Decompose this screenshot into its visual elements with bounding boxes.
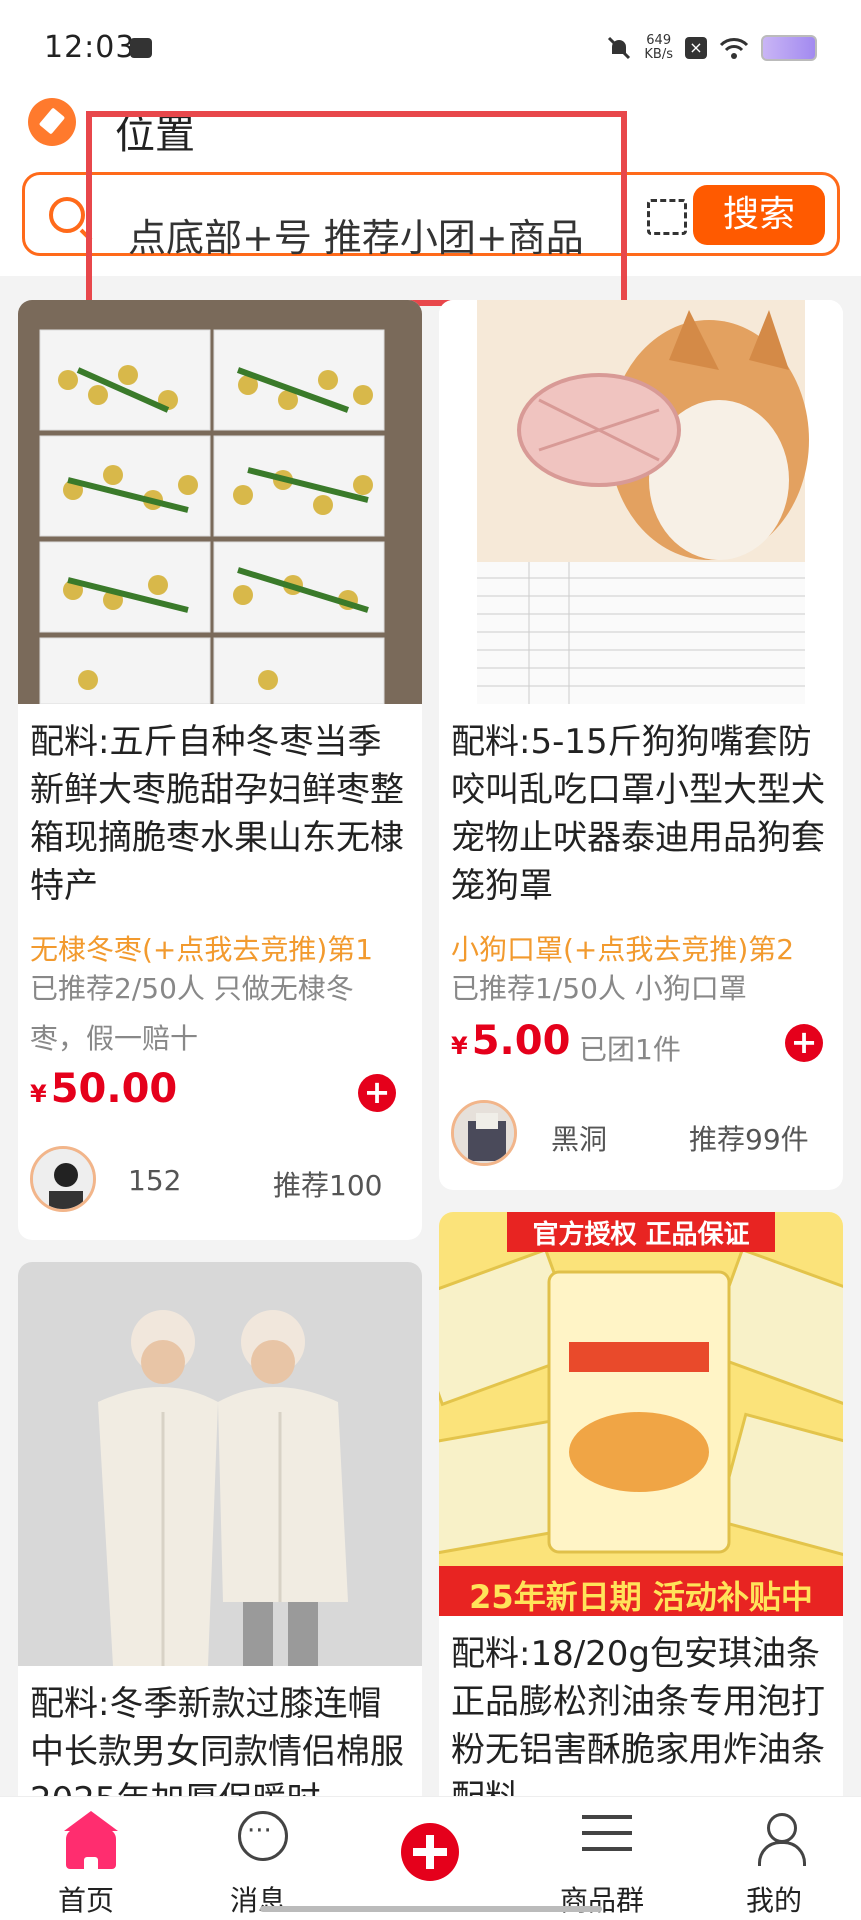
banner-top: 官方授权 正品保证: [532, 1220, 750, 1250]
price: ¥5.00: [451, 1018, 571, 1064]
recommend-count: 推荐99件: [689, 1123, 809, 1156]
status-icons: 649 KB/s ×: [606, 34, 817, 62]
user-name: 黑洞: [551, 1123, 608, 1156]
avatar[interactable]: [30, 1146, 96, 1212]
home-icon: [64, 1811, 118, 1879]
grouped-count: 已团1件: [579, 1033, 681, 1066]
product-card[interactable]: 官方授权 正品保证 25年新日期 活动补贴中 配料:18/20g包安琪油条正品膨…: [439, 1212, 843, 1862]
product-card[interactable]: 配料:5-15斤狗狗嘴套防咬叫乱吃口罩小型大型犬宠物止吠器泰迪用品狗套笼狗罩 小…: [439, 300, 843, 1190]
avatar[interactable]: [451, 1100, 517, 1166]
banner-bottom: 25年新日期 活动补贴中: [469, 1578, 813, 1616]
product-image[interactable]: [18, 300, 422, 704]
battery-icon: [761, 35, 817, 61]
clock: 12:03: [44, 30, 136, 65]
bottom-nav: 首页 消息 商品群 我的: [0, 1796, 861, 1920]
nav-home-label: 首页: [57, 1884, 114, 1917]
product-image[interactable]: [18, 1262, 422, 1666]
price: ¥50.00: [30, 1066, 178, 1112]
message-icon: [238, 1811, 288, 1861]
product-title[interactable]: 配料:冬季新款过膝连帽中长款男女同款情侣棉服2025年加厚保暖时: [30, 1680, 410, 1806]
add-icon: [401, 1823, 459, 1881]
product-image[interactable]: [439, 300, 843, 704]
nav-messages[interactable]: 消息: [198, 1797, 318, 1920]
status-bar: 12:03 649 KB/s ×: [0, 0, 861, 96]
wifi-icon: [719, 38, 749, 59]
product-title[interactable]: 配料:5-15斤狗狗嘴套防咬叫乱吃口罩小型大型犬宠物止吠器泰迪用品狗套笼狗罩: [451, 718, 831, 910]
recommend-info: 已推荐1/50人 小狗口罩: [451, 972, 747, 1005]
scan-icon[interactable]: [647, 199, 687, 235]
product-title[interactable]: 配料:18/20g包安琪油条正品膨松剂油条专用泡打粉无铝害酥脆家用炸油条配料: [451, 1630, 831, 1806]
nav-product-groups-label: 商品群: [559, 1884, 644, 1917]
x-box-icon: ×: [685, 37, 707, 59]
nav-messages-label: 消息: [229, 1884, 286, 1917]
bell-muted-icon: [608, 36, 631, 60]
recommend-count: 推荐100: [273, 1169, 383, 1202]
list-icon: [582, 1815, 632, 1859]
recommend-info: 已推荐2/50人 只做无棣冬枣，假一赔十: [30, 972, 354, 1055]
competition-tag[interactable]: 小狗口罩(+点我去竞推)第2: [451, 928, 794, 968]
location-icon[interactable]: [28, 98, 76, 146]
competition-tag[interactable]: 无棣冬枣(+点我去竞推)第1: [30, 928, 373, 968]
hint-text: 点底部+号 推荐小团+商品: [128, 216, 584, 260]
nav-product-groups[interactable]: 商品群: [542, 1797, 662, 1920]
nav-home[interactable]: 首页: [26, 1797, 146, 1920]
nav-me[interactable]: 我的: [714, 1797, 834, 1920]
search-icon: [49, 197, 85, 233]
user-icon: [754, 1811, 806, 1866]
product-title[interactable]: 配料:五斤自种冬枣当季新鲜大枣脆甜孕妇鲜枣整箱现摘脆枣水果山东无棣特产: [30, 718, 410, 910]
hint-overlay: 点底部+号 推荐小团+商品: [86, 111, 627, 306]
search-button[interactable]: 搜索: [693, 185, 825, 245]
mail-icon: [130, 38, 152, 58]
network-speed: 649 KB/s: [644, 33, 673, 62]
gesture-bar[interactable]: [260, 1906, 602, 1912]
nav-add[interactable]: [370, 1797, 490, 1920]
nav-me-label: 我的: [745, 1884, 802, 1917]
product-card[interactable]: 配料:五斤自种冬枣当季新鲜大枣脆甜孕妇鲜枣整箱现摘脆枣水果山东无棣特产 无棣冬枣…: [18, 300, 422, 1240]
add-button[interactable]: +: [358, 1074, 396, 1112]
add-button[interactable]: +: [785, 1024, 823, 1062]
user-name: 152: [128, 1164, 182, 1197]
product-card[interactable]: 配料:冬季新款过膝连帽中长款男女同款情侣棉服2025年加厚保暖时: [18, 1262, 422, 1862]
product-image[interactable]: 官方授权 正品保证 25年新日期 活动补贴中: [439, 1212, 843, 1616]
